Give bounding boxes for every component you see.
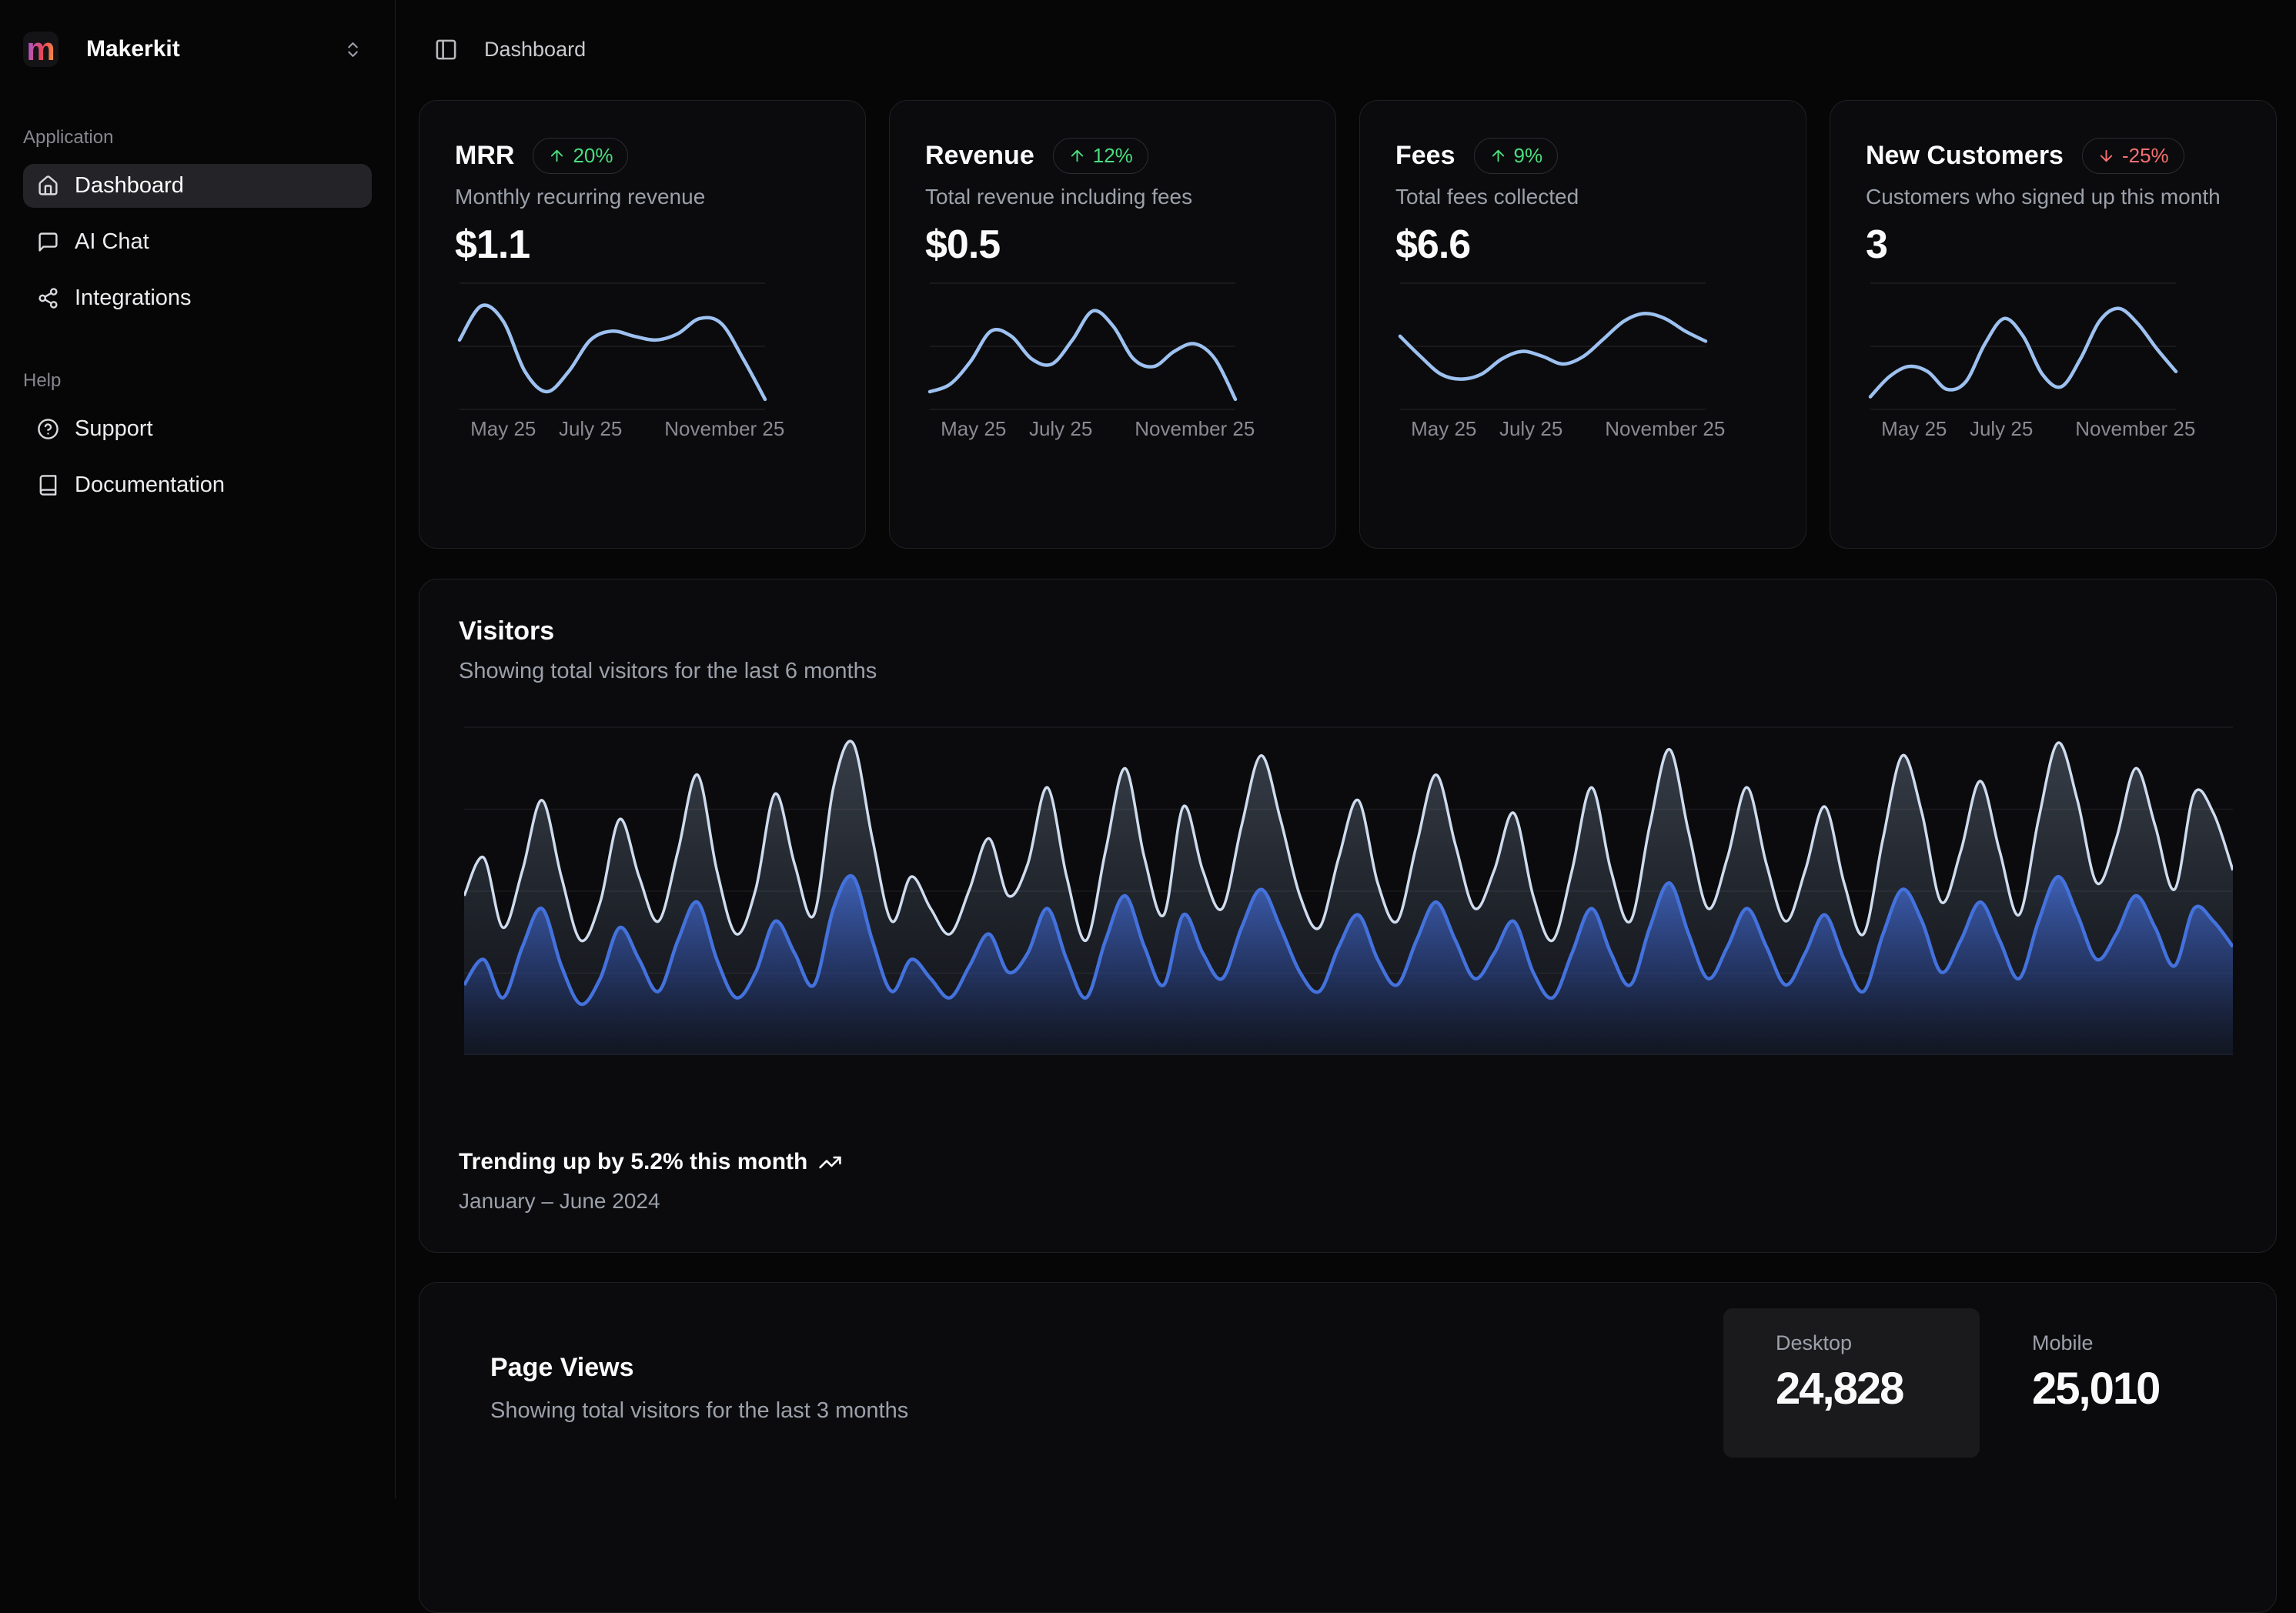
makerkit-logo: m bbox=[23, 32, 58, 67]
help-nav: Support Documentation bbox=[23, 407, 372, 507]
visitors-card: Visitors Showing total visitors for the … bbox=[419, 579, 2277, 1253]
stat-card-new-customers: New Customers -25% Customers who signed … bbox=[1830, 100, 2277, 549]
stat-value: 3 bbox=[1866, 222, 2276, 268]
panel-left-icon[interactable] bbox=[434, 38, 458, 62]
sidebar-item-integrations[interactable]: Integrations bbox=[23, 276, 372, 320]
workspace-switcher[interactable]: m Makerkit bbox=[23, 31, 372, 68]
sparkline-svg bbox=[927, 280, 1238, 412]
sidebar-item-label: Integrations bbox=[75, 286, 192, 311]
toggle-value: 24,828 bbox=[1776, 1363, 1980, 1414]
stat-card-fees: Fees 9% Total fees collected $6.6 May 25… bbox=[1359, 100, 1806, 549]
book-icon bbox=[37, 474, 59, 496]
stat-title: New Customers bbox=[1866, 141, 2064, 171]
stat-value: $1.1 bbox=[455, 222, 865, 268]
sparkline-chart: May 25 July 25 November 25 bbox=[927, 280, 1238, 442]
visitors-subtitle: Showing total visitors for the last 6 mo… bbox=[459, 659, 2276, 684]
desktop-toggle[interactable]: Desktop 24,828 bbox=[1723, 1308, 1980, 1458]
chevrons-up-down-icon bbox=[343, 40, 363, 59]
sparkline-chart: May 25 July 25 November 25 bbox=[456, 280, 768, 442]
toggle-label: Desktop bbox=[1776, 1331, 1980, 1355]
sparkline-chart: May 25 July 25 November 25 bbox=[1397, 280, 1709, 442]
trend-badge: 9% bbox=[1474, 138, 1559, 174]
sparkline-svg bbox=[1397, 280, 1709, 412]
trend-badge: 20% bbox=[533, 138, 628, 174]
circle-help-icon bbox=[37, 418, 59, 440]
arrow-down-icon bbox=[2097, 147, 2115, 165]
stat-value: $0.5 bbox=[925, 222, 1335, 268]
visitors-footer: Trending up by 5.2% this month January –… bbox=[459, 1149, 842, 1214]
sparkline-chart: May 25 July 25 November 25 bbox=[1867, 280, 2179, 442]
trend-badge: 12% bbox=[1053, 138, 1148, 174]
sidebar-item-support[interactable]: Support bbox=[23, 407, 372, 451]
application-nav: Dashboard AI Chat Integrations bbox=[23, 164, 372, 320]
x-axis-ticks: May 25 July 25 November 25 bbox=[456, 417, 768, 442]
arrow-up-icon bbox=[548, 147, 566, 165]
sidebar-item-label: Documentation bbox=[75, 473, 225, 498]
stat-subtitle: Total revenue including fees bbox=[925, 185, 1335, 209]
visitors-title: Visitors bbox=[459, 616, 2276, 646]
sidebar-item-label: Dashboard bbox=[75, 173, 184, 199]
stat-title: Fees bbox=[1395, 141, 1455, 171]
breadcrumb: Dashboard bbox=[484, 38, 586, 62]
toggle-label: Mobile bbox=[2032, 1331, 2236, 1355]
sidebar-item-label: Support bbox=[75, 416, 153, 442]
date-range-text: January – June 2024 bbox=[459, 1189, 842, 1214]
sidebar-section-help: Help bbox=[23, 370, 372, 389]
main-content: Dashboard MRR 20% Monthly recurring reve… bbox=[396, 0, 2296, 1498]
sidebar-item-documentation[interactable]: Documentation bbox=[23, 463, 372, 507]
trend-badge: -25% bbox=[2082, 138, 2184, 174]
sidebar-item-ai-chat[interactable]: AI Chat bbox=[23, 220, 372, 264]
page-views-card: Page Views Showing total visitors for th… bbox=[419, 1282, 2277, 1613]
sidebar-item-dashboard[interactable]: Dashboard bbox=[23, 164, 372, 208]
sidebar: m Makerkit Application Dashboard AI Chat… bbox=[0, 0, 396, 1498]
stat-title: Revenue bbox=[925, 141, 1034, 171]
sidebar-section-application: Application bbox=[23, 127, 372, 145]
mobile-toggle[interactable]: Mobile 25,010 bbox=[1980, 1308, 2236, 1458]
share-icon bbox=[37, 287, 59, 309]
trend-text: Trending up by 5.2% this month bbox=[459, 1149, 807, 1175]
sparkline-svg bbox=[456, 280, 768, 412]
stat-value: $6.6 bbox=[1395, 222, 1806, 268]
x-axis-ticks: May 25 July 25 November 25 bbox=[1397, 417, 1709, 442]
brand-name: Makerkit bbox=[86, 36, 180, 62]
stat-subtitle: Customers who signed up this month bbox=[1866, 185, 2276, 209]
x-axis-ticks: May 25 July 25 November 25 bbox=[1867, 417, 2179, 442]
page-views-toggles: Desktop 24,828 Mobile 25,010 bbox=[1723, 1308, 2236, 1458]
visitors-area-chart bbox=[464, 726, 2233, 1055]
stat-title: MRR bbox=[455, 141, 514, 171]
stat-subtitle: Monthly recurring revenue bbox=[455, 185, 865, 209]
logo-m-glyph: m bbox=[26, 33, 55, 65]
x-axis-ticks: May 25 July 25 November 25 bbox=[927, 417, 1238, 442]
arrow-up-icon bbox=[1068, 147, 1086, 165]
stat-subtitle: Total fees collected bbox=[1395, 185, 1806, 209]
arrow-up-icon bbox=[1489, 147, 1507, 165]
sidebar-item-label: AI Chat bbox=[75, 229, 149, 255]
stat-card-mrr: MRR 20% Monthly recurring revenue $1.1 M… bbox=[419, 100, 866, 549]
sparkline-svg bbox=[1867, 280, 2179, 412]
message-square-icon bbox=[37, 231, 59, 253]
toggle-value: 25,010 bbox=[2032, 1363, 2236, 1414]
topbar: Dashboard bbox=[419, 35, 2277, 63]
stat-card-revenue: Revenue 12% Total revenue including fees… bbox=[889, 100, 1336, 549]
trending-up-icon bbox=[818, 1150, 842, 1174]
house-icon bbox=[37, 175, 59, 197]
stat-cards-row: MRR 20% Monthly recurring revenue $1.1 M… bbox=[419, 100, 2277, 549]
